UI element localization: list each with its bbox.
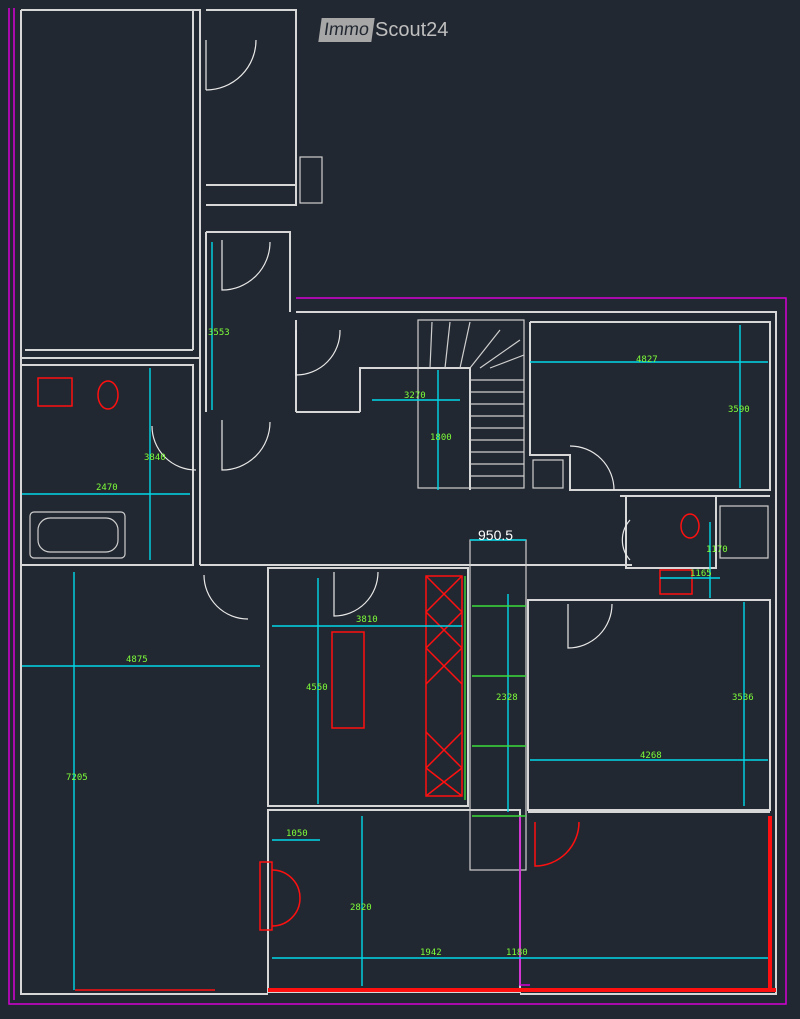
floor-plan-drawing: 950.5 4827 3590 3553 3840 2470 3270 1800…	[8, 8, 787, 1005]
kitchen-walls	[267, 567, 469, 807]
logo-immo: Immo	[318, 18, 375, 42]
wc-walls	[625, 495, 717, 569]
door-swings	[151, 39, 631, 927]
immoscout-logo: Immo Scout24	[318, 18, 449, 42]
logo-scout24: Scout24	[375, 18, 449, 41]
corridor-strip	[469, 539, 527, 871]
toilet-fixture	[97, 380, 119, 410]
floor-plan-canvas: 950.5 4827 3590 3553 3840 2470 3270 1800…	[0, 0, 800, 1019]
dim-main-label: 950.5	[478, 527, 513, 543]
kitchen-island	[331, 631, 365, 729]
corridor-markers	[472, 605, 526, 817]
wardrobe	[259, 861, 273, 931]
dim-label: 4875	[126, 655, 148, 665]
dim-label: 1165	[690, 569, 712, 579]
dim-label: 2328	[496, 693, 518, 703]
dim-label: 2470	[96, 483, 118, 493]
dim-label: 4268	[640, 751, 662, 761]
niche	[299, 156, 323, 204]
wc-sink-fixture	[659, 569, 693, 595]
dim-label: 1050	[286, 829, 308, 839]
shaft	[532, 459, 564, 489]
bathtub-inner	[37, 517, 119, 553]
bathroom-walls	[20, 364, 194, 566]
dim-label: 1180	[506, 948, 528, 958]
dim-label: 3840	[144, 453, 166, 463]
stair-well-wall	[359, 367, 471, 490]
dim-label: 3270	[404, 391, 426, 401]
corridor-wall	[206, 231, 291, 312]
dim-label: 7205	[66, 773, 88, 783]
south-partition	[519, 816, 530, 986]
east-room-walls	[527, 599, 771, 811]
dim-label: 3553	[208, 328, 230, 338]
dim-label: 1800	[430, 433, 452, 443]
dim-label: 3810	[356, 615, 378, 625]
wc-toilet-fixture	[680, 513, 700, 539]
sink-fixture	[37, 377, 73, 407]
dim-label: 3536	[732, 693, 754, 703]
dim-label: 1942	[420, 948, 442, 958]
upper-hall-wall	[206, 9, 297, 206]
dim-label: 1170	[706, 545, 728, 555]
exterior-wall	[20, 10, 268, 995]
dim-label: 4550	[306, 683, 328, 693]
exterior-wall-east	[296, 311, 777, 995]
outer-boundary	[8, 8, 787, 1005]
north-wing-wall	[21, 9, 201, 359]
dim-label: 4827	[636, 355, 658, 365]
dim-label: 2820	[350, 903, 372, 913]
dim-label: 3590	[728, 405, 750, 415]
kitchen-cabinets	[425, 575, 463, 797]
stair-treads	[429, 321, 525, 477]
